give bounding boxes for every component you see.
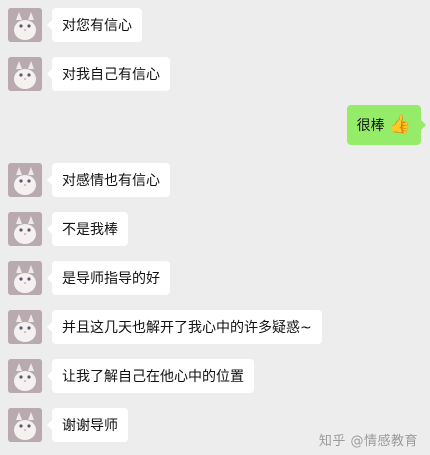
message-bubble[interactable]: 让我了解自己在他心中的位置 [47,359,254,393]
thumbs-up-icon: 👍 [388,114,411,135]
cat-avatar-icon[interactable] [8,359,42,393]
cat-avatar-icon[interactable] [8,163,42,197]
message-text: 让我了解自己在他心中的位置 [62,369,244,385]
message-text: 对感情也有信心 [62,173,160,189]
message-bubble[interactable]: 并且这几天也解开了我心中的许多疑惑~ [47,310,322,344]
message-text: 对我自己有信心 [62,67,160,83]
cat-avatar-icon[interactable] [8,8,42,42]
message-bubble[interactable]: 对感情也有信心 [47,163,170,197]
cat-avatar-icon[interactable] [8,212,42,246]
message-text: 不是我棒 [62,222,118,238]
watermark: 知乎 @情感教育 [318,434,418,449]
cat-avatar-icon[interactable] [8,310,42,344]
message-text: 谢谢导师 [62,418,118,434]
message-text: 是导师指导的好 [62,271,160,287]
message-bubble[interactable]: 谢谢导师 [47,408,128,442]
message-bubble[interactable]: 是导师指导的好 [47,261,170,295]
message-text: 对您有信心 [62,18,132,34]
message-bubble-self[interactable]: 很棒 👍 [346,105,427,145]
message-bubble[interactable]: 对我自己有信心 [47,57,170,91]
message-bubble[interactable]: 不是我棒 [47,212,128,246]
cat-avatar-icon[interactable] [8,57,42,91]
cat-avatar-icon[interactable] [8,261,42,295]
cat-avatar-icon[interactable] [8,408,42,442]
message-text: 并且这几天也解开了我心中的许多疑惑~ [62,320,312,336]
message-bubble[interactable]: 对您有信心 [47,8,142,42]
message-text: 很棒 [356,118,385,134]
